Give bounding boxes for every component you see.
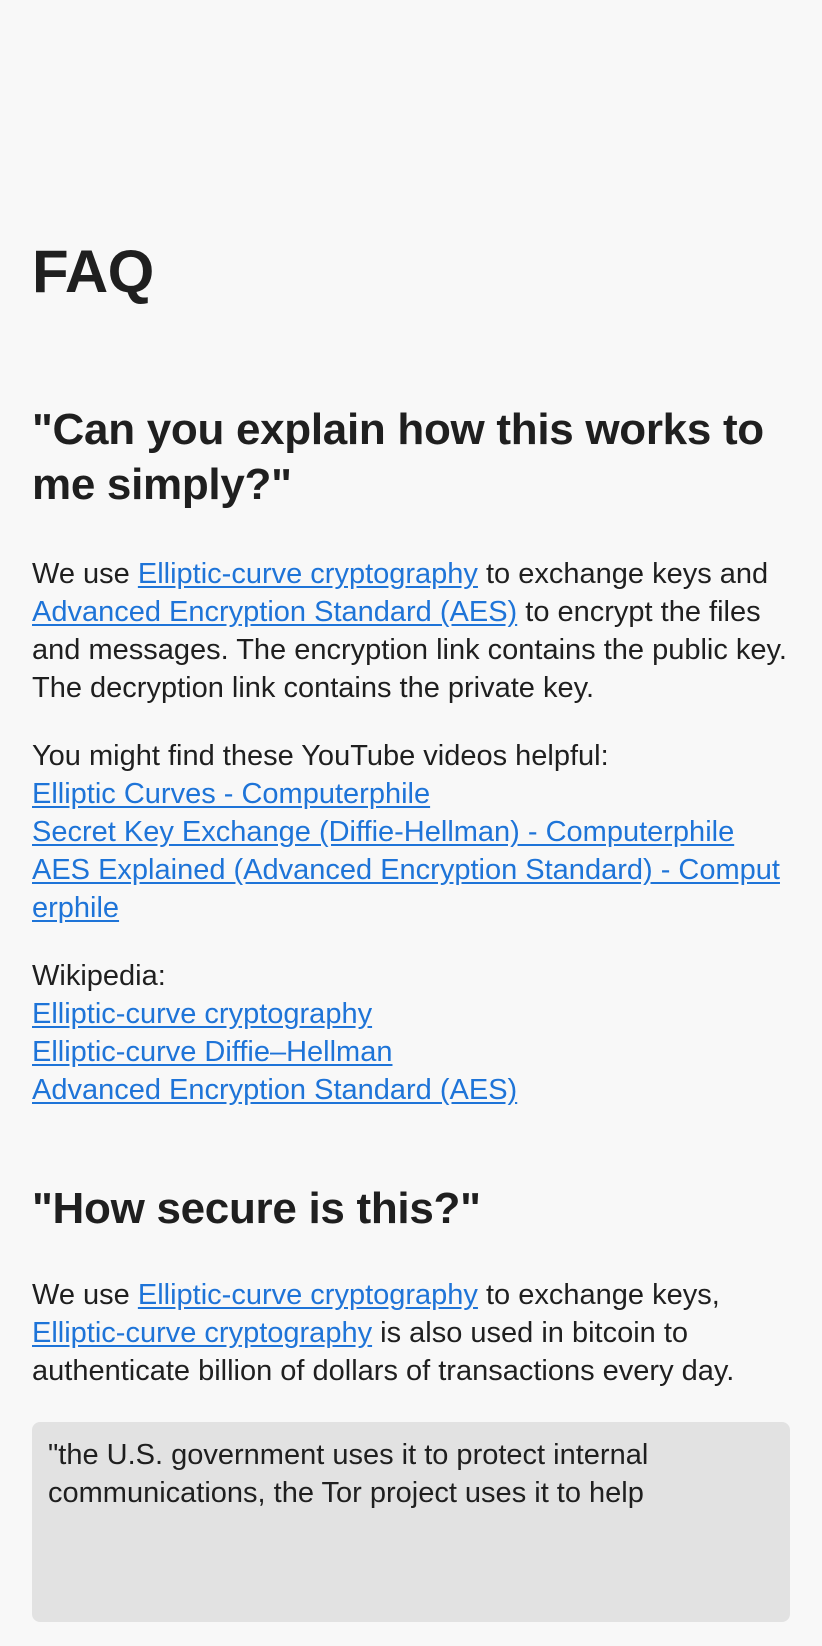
question-heading-how-secure: "How secure is this?" <box>32 1184 481 1233</box>
link-aes[interactable]: Advanced Encryption Standard (AES) <box>32 596 517 628</box>
text-segment: We use <box>32 1279 138 1311</box>
link-elliptic-curve-cryptography[interactable]: Elliptic-curve cryptography <box>138 558 478 590</box>
videos-label: You might find these YouTube videos help… <box>32 740 609 772</box>
wikipedia-section: Wikipedia: Elliptic-curve cryptography E… <box>32 957 790 1109</box>
text-segment: to exchange keys and <box>477 558 769 590</box>
video-link-aes-explained[interactable]: AES Explained (Advanced Encryption Stand… <box>32 851 790 927</box>
wiki-link-elliptic-curve-cryptography[interactable]: Elliptic-curve cryptography <box>32 995 790 1033</box>
faq-page: FAQ "Can you explain how this works to m… <box>0 0 822 1646</box>
quote-text: "the U.S. government uses it to protect … <box>48 1439 649 1509</box>
page-title: FAQ <box>32 238 154 305</box>
videos-section: You might find these YouTube videos help… <box>32 737 790 927</box>
wiki-link-ecdh[interactable]: Elliptic-curve Diffie–Hellman <box>32 1033 790 1071</box>
link-elliptic-curve-cryptography-3[interactable]: Elliptic-curve cryptography <box>32 1317 372 1349</box>
link-elliptic-curve-cryptography-2[interactable]: Elliptic-curve cryptography <box>138 1279 478 1311</box>
wiki-link-aes[interactable]: Advanced Encryption Standard (AES) <box>32 1071 790 1109</box>
question-heading-how-it-works: "Can you explain how this works to me si… <box>32 405 764 509</box>
wikipedia-label: Wikipedia: <box>32 960 166 992</box>
video-link-diffie-hellman[interactable]: Secret Key Exchange (Diffie-Hellman) - C… <box>32 813 790 851</box>
how-it-works-paragraph: We use Elliptic-curve cryptography to ex… <box>32 555 790 707</box>
how-secure-paragraph: We use Elliptic-curve cryptography to ex… <box>32 1276 790 1390</box>
blockquote: "the U.S. government uses it to protect … <box>32 1422 790 1622</box>
text-segment: We use <box>32 558 138 590</box>
video-link-elliptic-curves[interactable]: Elliptic Curves - Computerphile <box>32 775 790 813</box>
top-spacer <box>32 0 790 232</box>
text-segment: to exchange keys, <box>477 1279 720 1311</box>
